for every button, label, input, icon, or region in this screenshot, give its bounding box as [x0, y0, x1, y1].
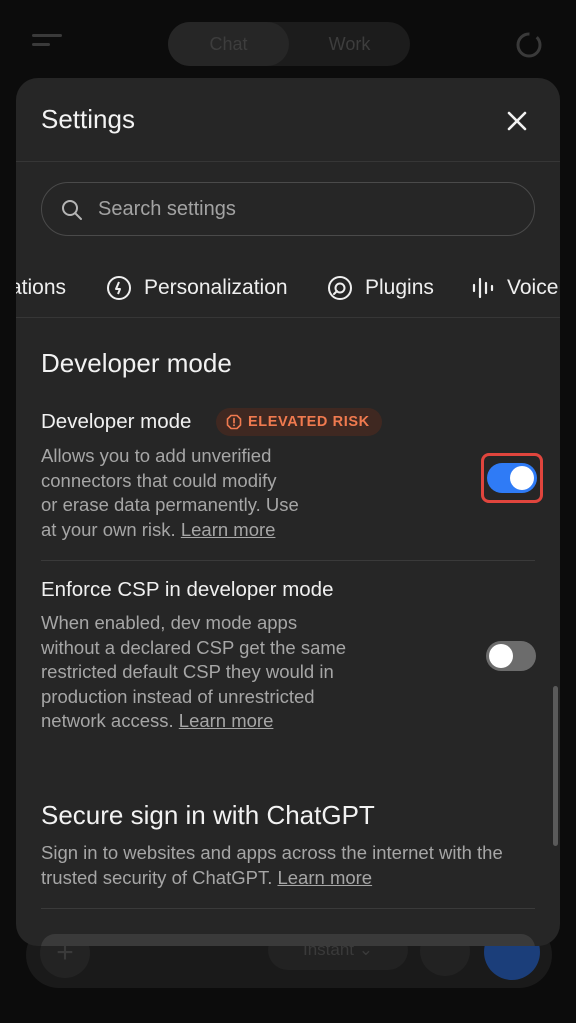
desc-line: production instead of unrestricted [41, 685, 315, 707]
developer-mode-toggle[interactable] [487, 463, 537, 493]
close-button[interactable] [502, 106, 532, 136]
search-field[interactable] [41, 182, 535, 236]
enforce-csp-title: Enforce CSP in developer mode [41, 578, 334, 601]
tab-label: Personalization [144, 276, 288, 299]
tab-label: ations [16, 276, 67, 299]
settings-tabs[interactable]: ations Personalization Plugins [16, 258, 560, 318]
divider [41, 908, 535, 909]
learn-more-link[interactable]: Learn more [277, 867, 372, 888]
settings-title: Settings [41, 104, 135, 134]
desc-line: at your own risk. Learn more [41, 518, 299, 543]
badge-label: ELEVATED RISK [248, 414, 370, 430]
tab-voice[interactable]: Voice [471, 268, 558, 308]
background-header: Chat Work [0, 0, 576, 90]
tab-plugins[interactable]: Plugins [327, 268, 434, 308]
desc-line: without a declared CSP get the same [41, 636, 347, 658]
developer-mode-title: Developer mode [41, 410, 192, 433]
desc-line: Sign in to websites and apps across the … [41, 842, 503, 863]
desc-text: network access. [41, 710, 174, 731]
desc-line: Allows you to add unverified [41, 445, 272, 466]
settings-header: Settings [16, 78, 560, 162]
toggle-knob [489, 644, 513, 668]
plugins-icon [328, 276, 352, 300]
personalization-icon [107, 276, 131, 300]
learn-more-link[interactable]: Learn more [181, 519, 276, 540]
desc-line: restricted default CSP they would in [41, 661, 334, 682]
next-setting-peek [41, 934, 535, 946]
screen: Chat Work + Instant ⌄ Settings Search se… [0, 0, 576, 1023]
warning-icon [226, 414, 242, 430]
secure-signin-description: Sign in to websites and apps across the … [41, 841, 503, 890]
tab-label: Plugins [365, 276, 434, 299]
desc-line: trusted security of ChatGPT. Learn more [41, 866, 503, 891]
desc-text: at your own risk. [41, 518, 176, 540]
mode-segmented-control: Chat Work [168, 22, 410, 66]
close-icon [507, 111, 527, 131]
refresh-icon [514, 30, 544, 60]
secure-signin-heading: Secure sign in with ChatGPT [41, 800, 375, 830]
desc-line: When enabled, dev mode apps [41, 612, 298, 633]
search-icon [62, 200, 82, 220]
desc-text: trusted security of ChatGPT. [41, 866, 273, 888]
divider [41, 560, 535, 561]
elevated-risk-badge: ELEVATED RISK [216, 408, 382, 436]
settings-sheet: Settings ations Per [16, 78, 560, 946]
developer-mode-heading: Developer mode [41, 348, 232, 378]
segment-work: Work [328, 33, 371, 54]
learn-more-link[interactable]: Learn more [179, 710, 274, 731]
tab-notifications[interactable]: ations [16, 268, 66, 308]
tab-personalization[interactable]: Personalization [106, 268, 288, 308]
scrollbar[interactable] [553, 686, 558, 846]
search-input[interactable] [98, 183, 518, 235]
desc-line: network access. Learn more [41, 709, 346, 734]
desc-line: connectors that could modify [41, 469, 277, 491]
toggle-knob [510, 466, 534, 490]
developer-mode-description: Allows you to add unverified connectors … [41, 444, 299, 542]
desc-line: or erase data permanently. Use [41, 494, 299, 515]
tab-label: Voice [507, 276, 559, 299]
voice-waveform-icon [472, 277, 494, 299]
segment-chat: Chat [168, 22, 289, 66]
enforce-csp-description: When enabled, dev mode apps without a de… [41, 611, 346, 734]
menu-icon [32, 34, 62, 56]
enforce-csp-toggle[interactable] [486, 641, 536, 671]
